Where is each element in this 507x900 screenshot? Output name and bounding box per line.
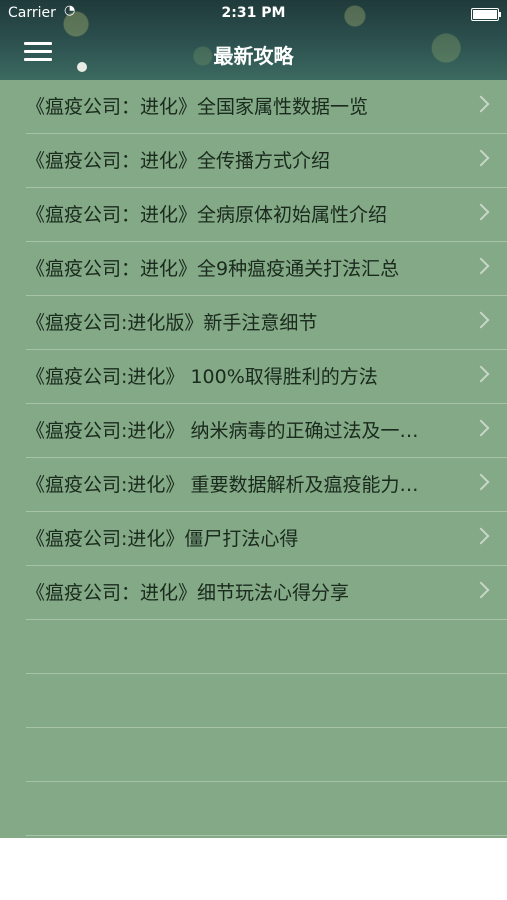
row-separator xyxy=(26,349,507,350)
page-title: 最新攻略 xyxy=(213,44,294,68)
list-item[interactable]: 《瘟疫公司：进化》细节玩法心得分享 xyxy=(0,566,507,620)
chevron-right-icon xyxy=(472,203,490,221)
list-item[interactable]: 《瘟疫公司:进化》 重要数据解析及瘟疫能力… xyxy=(0,458,507,512)
chevron-right-icon xyxy=(472,527,490,545)
row-separator xyxy=(26,565,507,566)
list-item[interactable]: 《瘟疫公司：进化》全国家属性数据一览 xyxy=(0,80,507,134)
list-item-title: 《瘟疫公司：进化》全9种瘟疫通关打法汇总 xyxy=(26,258,400,280)
decorative-dot xyxy=(77,62,87,72)
list-item-title: 《瘟疫公司：进化》全国家属性数据一览 xyxy=(26,96,369,118)
list-item[interactable]: 《瘟疫公司:进化》 100%取得胜利的方法 xyxy=(0,350,507,404)
list-item-title: 《瘟疫公司：进化》全病原体初始属性介绍 xyxy=(26,204,388,226)
row-separator xyxy=(26,835,507,836)
bottom-blank-area xyxy=(0,838,507,900)
row-separator xyxy=(26,403,507,404)
list-item[interactable]: 《瘟疫公司:进化》僵尸打法心得 xyxy=(0,512,507,566)
article-list: 《瘟疫公司：进化》全国家属性数据一览 《瘟疫公司：进化》全传播方式介绍 《瘟疫公司：… xyxy=(0,80,507,838)
chevron-right-icon xyxy=(472,365,490,383)
row-separator xyxy=(26,619,507,620)
row-separator xyxy=(26,133,507,134)
list-item[interactable]: 《瘟疫公司：进化》全9种瘟疫通关打法汇总 xyxy=(0,242,507,296)
row-separator xyxy=(26,673,507,674)
list-item-title: 《瘟疫公司：进化》全传播方式介绍 xyxy=(26,150,331,172)
row-separator xyxy=(26,511,507,512)
battery-icon xyxy=(471,8,501,21)
chevron-right-icon xyxy=(472,473,490,491)
list-item-title: 《瘟疫公司:进化》僵尸打法心得 xyxy=(26,528,299,550)
chevron-right-icon xyxy=(472,311,490,329)
chevron-right-icon xyxy=(472,95,490,113)
list-item[interactable]: 《瘟疫公司:进化》 纳米病毒的正确过法及一… xyxy=(0,404,507,458)
battery-fill xyxy=(473,10,497,19)
chevron-right-icon xyxy=(472,419,490,437)
list-item[interactable]: 《瘟疫公司：进化》全传播方式介绍 xyxy=(0,134,507,188)
list-item-title: 《瘟疫公司:进化》 100%取得胜利的方法 xyxy=(26,366,378,388)
status-time: 2:31 PM xyxy=(221,5,286,21)
list-item-title: 《瘟疫公司:进化》 纳米病毒的正确过法及一… xyxy=(26,420,419,442)
row-separator xyxy=(26,295,507,296)
list-item[interactable]: 《瘟疫公司:进化版》新手注意细节 xyxy=(0,296,507,350)
chevron-right-icon xyxy=(472,581,490,599)
row-separator xyxy=(26,457,507,458)
row-separator xyxy=(26,241,507,242)
header: Carrier ◔ 2:31 PM 最新攻略 xyxy=(0,0,507,80)
row-separator xyxy=(26,727,507,728)
row-separator xyxy=(26,187,507,188)
list-item-title: 《瘟疫公司:进化版》新手注意细节 xyxy=(26,312,318,334)
chevron-right-icon xyxy=(472,149,490,167)
navigation-bar: 最新攻略 xyxy=(0,28,507,80)
list-item-title: 《瘟疫公司：进化》细节玩法心得分享 xyxy=(26,582,350,604)
list-item-title: 《瘟疫公司:进化》 重要数据解析及瘟疫能力… xyxy=(26,474,419,496)
list-item[interactable]: 《瘟疫公司：进化》全病原体初始属性介绍 xyxy=(0,188,507,242)
chevron-right-icon xyxy=(472,257,490,275)
row-separator xyxy=(26,781,507,782)
app-screen: Carrier ◔ 2:31 PM 最新攻略 《瘟疫公司：进化》全国家属性数据一… xyxy=(0,0,507,900)
status-bar: Carrier ◔ 2:31 PM xyxy=(0,0,507,28)
